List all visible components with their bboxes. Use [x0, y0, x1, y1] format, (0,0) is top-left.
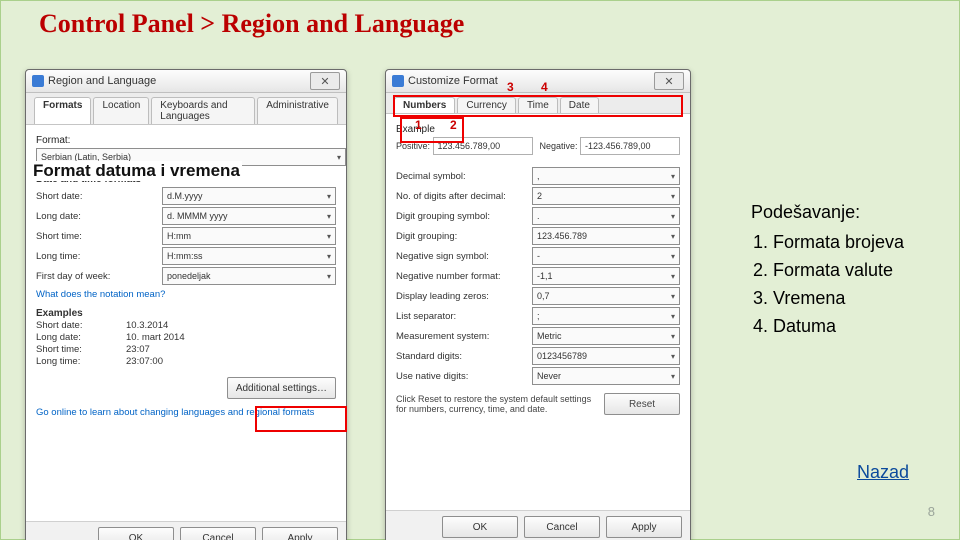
- field-label: Digit grouping:: [396, 231, 526, 242]
- dialog-body: Example Positive: 123.456.789,00 Negativ…: [386, 114, 690, 510]
- apply-button[interactable]: Apply: [262, 527, 338, 540]
- field-label: Decimal symbol:: [396, 171, 526, 182]
- marker-1: 1: [415, 118, 422, 132]
- example-value: 10.3.2014: [126, 320, 168, 331]
- cancel-button[interactable]: Cancel: [180, 527, 256, 540]
- field-label: Short time:: [36, 231, 156, 242]
- field-select[interactable]: Never: [532, 367, 680, 385]
- cancel-button[interactable]: Cancel: [524, 516, 600, 538]
- field-select[interactable]: 2: [532, 187, 680, 205]
- field-select[interactable]: 0123456789: [532, 347, 680, 365]
- notation-link[interactable]: What does the notation mean?: [36, 289, 336, 300]
- field-label: Long date:: [36, 211, 156, 222]
- apply-button[interactable]: Apply: [606, 516, 682, 538]
- field-select[interactable]: -1,1: [532, 267, 680, 285]
- tab-currency[interactable]: Currency: [457, 97, 516, 113]
- tab-time[interactable]: Time: [518, 97, 558, 113]
- field-label: Standard digits:: [396, 351, 526, 362]
- field-select[interactable]: d.M.yyyy: [162, 187, 336, 205]
- dialog-body: Format: Serbian (Latin, Serbia) Date and…: [26, 125, 346, 521]
- example-label: Short time:: [36, 344, 106, 355]
- example-label: Example: [396, 124, 680, 135]
- ok-button[interactable]: OK: [442, 516, 518, 538]
- side-note-item: Formata valute: [773, 257, 904, 285]
- field-select[interactable]: d. MMMM yyyy: [162, 207, 336, 225]
- marker-4: 4: [541, 80, 548, 94]
- tab-numbers[interactable]: Numbers: [394, 97, 455, 113]
- field-select[interactable]: ponedeljak: [162, 267, 336, 285]
- field-label: Measurement system:: [396, 331, 526, 342]
- go-online-link[interactable]: Go online to learn about changing langua…: [36, 407, 336, 418]
- reset-button[interactable]: Reset: [604, 393, 680, 415]
- example-value: 23:07: [126, 344, 150, 355]
- field-label: Digit grouping symbol:: [396, 211, 526, 222]
- example-label: Long date:: [36, 332, 106, 343]
- field-select[interactable]: H:mm:ss: [162, 247, 336, 265]
- additional-settings-button[interactable]: Additional settings…: [227, 377, 336, 399]
- customize-format-window: Customize Format ✕ Numbers Currency Time…: [385, 69, 691, 540]
- marker-3: 3: [507, 80, 514, 94]
- marker-2: 2: [450, 118, 457, 132]
- page-number: 8: [928, 504, 935, 519]
- window-title: Customize Format: [408, 75, 654, 87]
- side-note-title: Podešavanje:: [751, 199, 904, 227]
- close-button[interactable]: ✕: [654, 72, 684, 90]
- region-language-window: Region and Language ✕ Formats Location K…: [25, 69, 347, 540]
- field-select[interactable]: 0,7: [532, 287, 680, 305]
- tab-date[interactable]: Date: [560, 97, 599, 113]
- field-label: First day of week:: [36, 271, 156, 282]
- reset-hint: Click Reset to restore the system defaul…: [396, 394, 596, 414]
- tab-admin[interactable]: Administrative: [257, 97, 338, 124]
- side-note-item: Formata brojeva: [773, 229, 904, 257]
- field-select[interactable]: ;: [532, 307, 680, 325]
- field-label: Negative number format:: [396, 271, 526, 282]
- field-label: Negative sign symbol:: [396, 251, 526, 262]
- field-select[interactable]: H:mm: [162, 227, 336, 245]
- example-value: 10. mart 2014: [126, 332, 185, 343]
- field-label: List separator:: [396, 311, 526, 322]
- field-select[interactable]: -: [532, 247, 680, 265]
- field-label: Long time:: [36, 251, 156, 262]
- tab-strip: Formats Location Keyboards and Languages…: [26, 93, 346, 125]
- field-label: Display leading zeros:: [396, 291, 526, 302]
- side-note-item: Datuma: [773, 313, 904, 341]
- app-icon: [392, 75, 404, 87]
- field-select[interactable]: ,: [532, 167, 680, 185]
- titlebar: Customize Format ✕: [386, 70, 690, 93]
- example-value: 23:07:00: [126, 356, 163, 367]
- field-select[interactable]: Metric: [532, 327, 680, 345]
- tab-location[interactable]: Location: [93, 97, 149, 124]
- ok-button[interactable]: OK: [98, 527, 174, 540]
- app-icon: [32, 75, 44, 87]
- page-title: Control Panel > Region and Language: [1, 1, 959, 51]
- tab-strip: Numbers Currency Time Date: [386, 93, 690, 114]
- field-label: Short date:: [36, 191, 156, 202]
- window-title: Region and Language: [48, 75, 310, 87]
- format-label: Format:: [36, 135, 336, 146]
- titlebar: Region and Language ✕: [26, 70, 346, 93]
- button-bar: OK Cancel Apply: [26, 521, 346, 540]
- example-label: Long time:: [36, 356, 106, 367]
- examples-header: Examples: [36, 308, 336, 319]
- field-select[interactable]: 123.456.789: [532, 227, 680, 245]
- close-button[interactable]: ✕: [310, 72, 340, 90]
- side-note-item: Vremena: [773, 285, 904, 313]
- field-label: Use native digits:: [396, 371, 526, 382]
- tab-formats[interactable]: Formats: [34, 97, 91, 124]
- field-label: No. of digits after decimal:: [396, 191, 526, 202]
- field-select[interactable]: .: [532, 207, 680, 225]
- format-annotation: Format datuma i vremena: [31, 161, 242, 181]
- back-link[interactable]: Nazad: [857, 462, 909, 483]
- example-label: Short date:: [36, 320, 106, 331]
- side-note: Podešavanje: Formata brojevaFormata valu…: [751, 199, 904, 340]
- button-bar: OK Cancel Apply: [386, 510, 690, 540]
- tab-keyboards[interactable]: Keyboards and Languages: [151, 97, 255, 124]
